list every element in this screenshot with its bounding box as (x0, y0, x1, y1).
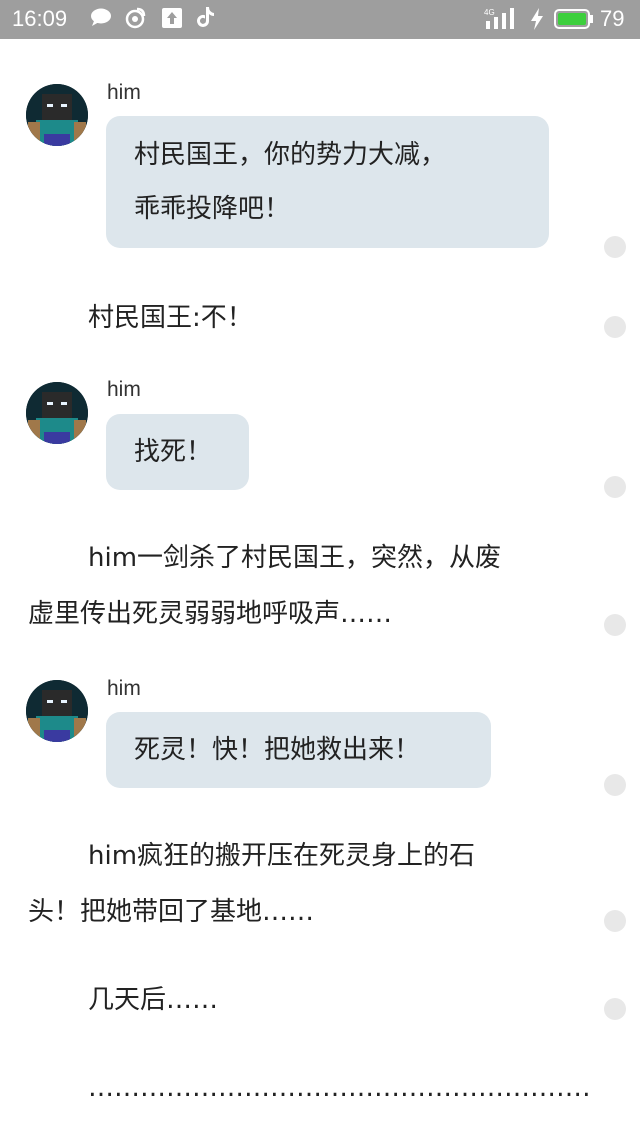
narration-line: 村民国王:不！ (88, 303, 253, 333)
narration: him一剑杀了村民国王，突然，从废 虚里传出死灵弱弱地呼吸声…… (28, 530, 568, 642)
comment-dot[interactable] (604, 236, 626, 258)
speaker-name: him (107, 81, 141, 104)
avatar[interactable] (26, 382, 88, 444)
narration: 村民国王:不！ (28, 290, 568, 346)
narration-line: him一剑杀了村民国王，突然，从废 (88, 543, 502, 573)
comment-dot[interactable] (604, 614, 626, 636)
speaker-name: him (107, 378, 141, 401)
comment-dot[interactable] (604, 316, 626, 338)
bubble-line: 死灵！快！把她救出来！ (134, 735, 421, 765)
signal-icon: 4G (484, 8, 514, 29)
comment-dot[interactable] (604, 476, 626, 498)
charging-icon (531, 8, 543, 30)
chat-bubble-icon (91, 8, 111, 26)
narration: 几天后…… (28, 972, 568, 1028)
bubble-line: 找死！ (134, 437, 213, 467)
narration-line: 头！把她带回了基地…… (28, 897, 315, 927)
battery-icon (554, 9, 593, 29)
status-time: 16:09 (12, 6, 68, 31)
battery-level: 79 (600, 6, 625, 31)
tiktok-icon (197, 7, 214, 27)
comment-dot[interactable] (604, 774, 626, 796)
bubble-line: 乖乖投降吧！ (134, 194, 291, 224)
narration: him疯狂的搬开压在死灵身上的石 头！把她带回了基地…… (28, 828, 568, 940)
narration-line: 虚里传出死灵弱弱地呼吸声…… (28, 599, 393, 629)
narration-line: …………………………………………………………… (88, 1073, 588, 1103)
chat-bubble: 找死！ (106, 414, 249, 490)
chat-bubble: 死灵！快！把她救出来！ (106, 712, 491, 788)
bubble-line: 村民国王，你的势力大减， (134, 140, 447, 170)
svg-text:4G: 4G (484, 8, 495, 17)
status-bar: 16:09 4G 79 (0, 0, 640, 39)
comment-dot[interactable] (604, 910, 626, 932)
narration-line: 几天后…… (88, 985, 219, 1015)
comment-dot[interactable] (604, 998, 626, 1020)
speaker-name: him (107, 677, 141, 700)
chat-bubble: 村民国王，你的势力大减， 乖乖投降吧！ (106, 116, 549, 248)
weibo-icon (125, 7, 146, 29)
narration-line: him疯狂的搬开压在死灵身上的石 (88, 841, 476, 871)
upload-icon (162, 8, 182, 28)
avatar[interactable] (26, 680, 88, 742)
narration: …………………………………………………………… (28, 1060, 588, 1116)
avatar[interactable] (26, 84, 88, 146)
